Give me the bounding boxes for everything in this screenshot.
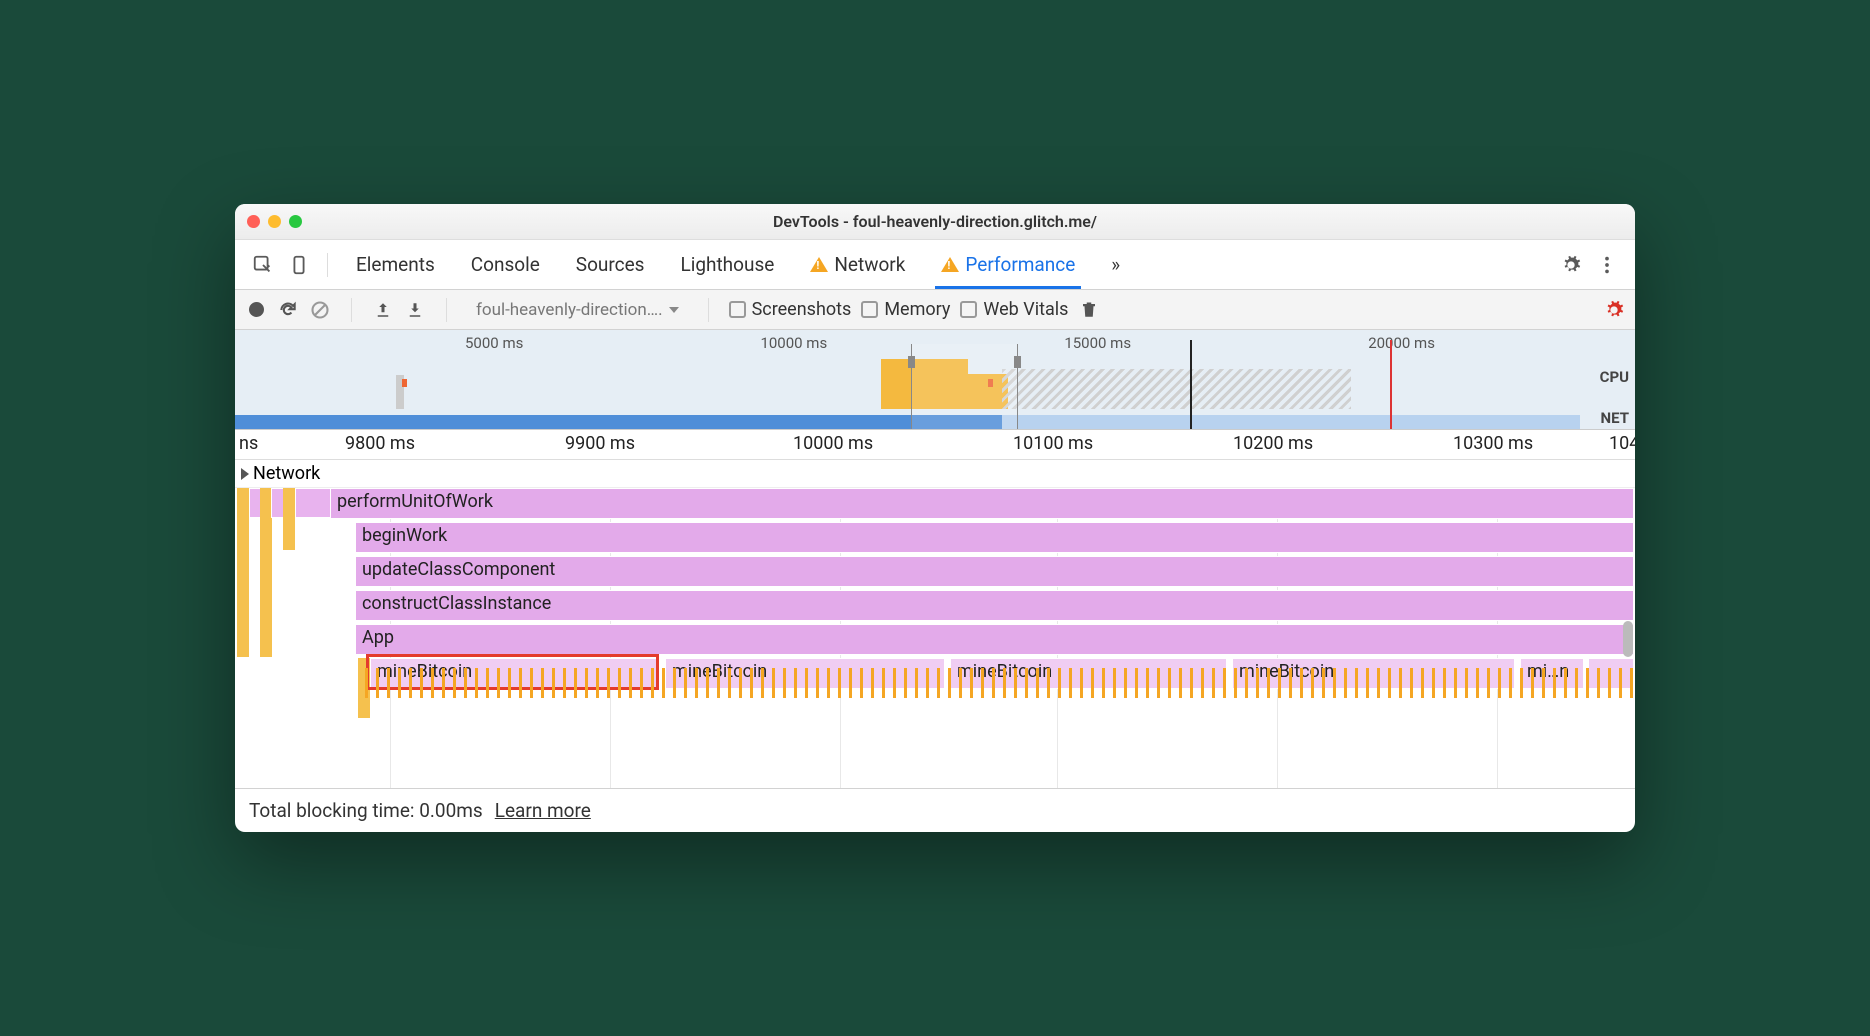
scrollbar-thumb[interactable] (1623, 621, 1633, 657)
separator (351, 298, 352, 322)
ruler-tick: 104 (1609, 433, 1635, 454)
inspect-element-icon[interactable] (249, 251, 277, 279)
marker-line-red (1390, 340, 1392, 429)
flame-constructclassinstance[interactable]: constructClassInstance (355, 590, 1634, 621)
flame-sliver[interactable] (237, 488, 249, 657)
clear-button[interactable] (309, 299, 331, 321)
profile-selector[interactable]: foul-heavenly-direction…. (467, 295, 688, 325)
upload-icon[interactable] (372, 299, 394, 321)
selector-text: foul-heavenly-direction…. (476, 300, 663, 320)
separator (327, 253, 328, 277)
flame-updateclasscomponent[interactable]: updateClassComponent (355, 556, 1634, 587)
ruler-tick: 10000 ms (793, 433, 873, 454)
maximize-window-button[interactable] (289, 215, 302, 228)
tab-label: Elements (356, 253, 435, 276)
devtools-window: DevTools - foul-heavenly-direction.glitc… (235, 204, 1635, 832)
device-toolbar-icon[interactable] (285, 251, 313, 279)
ruler-tick: 9800 ms (345, 433, 415, 454)
trash-icon[interactable] (1078, 299, 1100, 321)
tab-performance[interactable]: Performance (923, 240, 1093, 289)
net-overview (235, 415, 1580, 429)
tab-label: Performance (965, 253, 1075, 276)
more-label: » (1111, 253, 1120, 276)
status-footer: Total blocking time: 0.00ms Learn more (235, 788, 1635, 832)
capture-settings-gear-icon[interactable] (1603, 299, 1625, 321)
section-title: Network (253, 463, 320, 484)
minimize-window-button[interactable] (268, 215, 281, 228)
ruler-tick: 10300 ms (1453, 433, 1533, 454)
reload-button[interactable] (277, 299, 299, 321)
tab-network[interactable]: Network (792, 240, 923, 289)
learn-more-link[interactable]: Learn more (495, 799, 591, 822)
performance-toolbar: foul-heavenly-direction…. Screenshots Me… (235, 290, 1635, 330)
timeline-ruler[interactable]: ns 9800 ms 9900 ms 10000 ms 10100 ms 102… (235, 430, 1635, 460)
separator (446, 298, 447, 322)
tick-label: 10000 ms (760, 334, 827, 352)
tab-label: Lighthouse (680, 253, 774, 276)
settings-gear-icon[interactable] (1557, 251, 1585, 279)
flame-sliver[interactable] (283, 488, 295, 550)
traffic-lights (247, 215, 302, 228)
tab-elements[interactable]: Elements (338, 240, 453, 289)
window-titlebar: DevTools - foul-heavenly-direction.glitc… (235, 204, 1635, 240)
memory-checkbox[interactable]: Memory (861, 299, 950, 320)
tab-label: Sources (576, 253, 645, 276)
marker-line (1190, 340, 1192, 429)
screenshots-checkbox[interactable]: Screenshots (729, 299, 852, 320)
ruler-tick: 10200 ms (1233, 433, 1313, 454)
tabs-overflow[interactable]: » (1093, 240, 1138, 289)
tick-label: 15000 ms (1064, 334, 1131, 352)
devtools-tabbar: Elements Console Sources Lighthouse Netw… (235, 240, 1635, 290)
selection-handle-right[interactable] (1014, 356, 1021, 368)
tbt-text: Total blocking time: 0.00ms (249, 799, 483, 822)
kebab-menu-icon[interactable] (1593, 251, 1621, 279)
webvitals-checkbox[interactable]: Web Vitals (960, 299, 1068, 320)
separator (708, 298, 709, 322)
tick-label: 20000 ms (1368, 334, 1435, 352)
tab-label: Network (834, 253, 905, 276)
checkbox-label: Screenshots (752, 299, 852, 320)
microtask-ticks (365, 668, 1635, 698)
ruler-tick: 9900 ms (565, 433, 635, 454)
tab-lighthouse[interactable]: Lighthouse (662, 240, 792, 289)
download-icon[interactable] (404, 299, 426, 321)
network-section-header[interactable]: Network (235, 460, 1635, 488)
warning-icon (941, 257, 959, 272)
cpu-label: CPU (1600, 368, 1629, 386)
dropdown-caret-icon (669, 307, 679, 313)
ruler-tick: ns (239, 433, 258, 454)
window-title: DevTools - foul-heavenly-direction.glitc… (773, 212, 1097, 231)
checkbox-label: Web Vitals (983, 299, 1068, 320)
tick-label: 5000 ms (465, 334, 523, 352)
flame-app[interactable]: App (355, 624, 1634, 655)
flame-performunitofwork[interactable]: performUnitOfWork (330, 488, 1634, 519)
flame-chart[interactable]: performUnitOfWork beginWork updateClassC… (235, 488, 1635, 788)
tab-console[interactable]: Console (453, 240, 558, 289)
flame-beginwork[interactable]: beginWork (355, 522, 1634, 553)
checkbox-label: Memory (884, 299, 950, 320)
net-label: NET (1601, 409, 1629, 427)
overview-selection[interactable] (911, 344, 1017, 429)
selection-handle-left[interactable] (908, 356, 915, 368)
expand-arrow-icon (241, 468, 249, 480)
warning-icon (810, 257, 828, 272)
ruler-tick: 10100 ms (1013, 433, 1093, 454)
record-button[interactable] (245, 299, 267, 321)
close-window-button[interactable] (247, 215, 260, 228)
timeline-overview[interactable]: 5000 ms 10000 ms 15000 ms 20000 ms CPU N… (235, 330, 1635, 430)
tab-sources[interactable]: Sources (558, 240, 663, 289)
tab-label: Console (471, 253, 540, 276)
